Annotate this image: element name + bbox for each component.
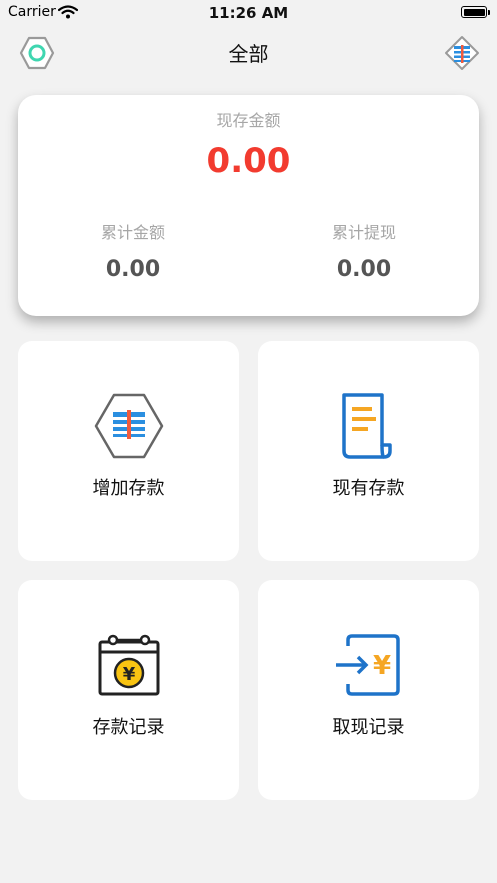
total-amount-block: 累计金额 0.00 [18,219,248,282]
battery-icon [461,6,490,18]
total-amount-value: 0.00 [105,257,161,282]
total-withdraw-label: 累计提现 [331,223,396,242]
current-balance-label: 现存金额 [216,111,281,130]
savings-box-icon[interactable] [444,35,480,71]
savings-box-icon [92,389,166,463]
withdrawal-records-label: 取现记录 [332,717,405,738]
status-bar: Carrier 11:26 AM [0,0,497,26]
total-withdraw-block: 累计提现 0.00 [249,219,479,282]
status-time: 11:26 AM [208,4,289,22]
add-deposit-button[interactable]: 增加存款 [18,341,239,561]
nav-bar: 全部 [0,30,497,74]
svg-text:¥: ¥ [372,651,390,681]
total-withdraw-value: 0.00 [336,257,392,282]
calendar-yuan-icon: ¥ [92,628,166,702]
add-deposit-label: 增加存款 [92,478,165,499]
withdrawal-records-button[interactable]: ¥ 取现记录 [258,580,479,800]
deposit-records-label: 存款记录 [92,717,165,738]
deposit-records-button[interactable]: ¥ 存款记录 [18,580,239,800]
document-list-icon [332,389,406,463]
svg-text:¥: ¥ [122,664,135,685]
current-balance-amount: 0.00 [206,141,291,181]
page-title: 全部 [228,42,269,66]
current-deposits-label: 现有存款 [332,478,405,499]
current-deposits-button[interactable]: 现有存款 [258,341,479,561]
total-amount-label: 累计金额 [100,223,165,242]
balance-summary-card: 现存金额 0.00 累计金额 0.00 累计提现 0.00 [18,95,479,316]
withdraw-yuan-icon: ¥ [332,628,406,702]
